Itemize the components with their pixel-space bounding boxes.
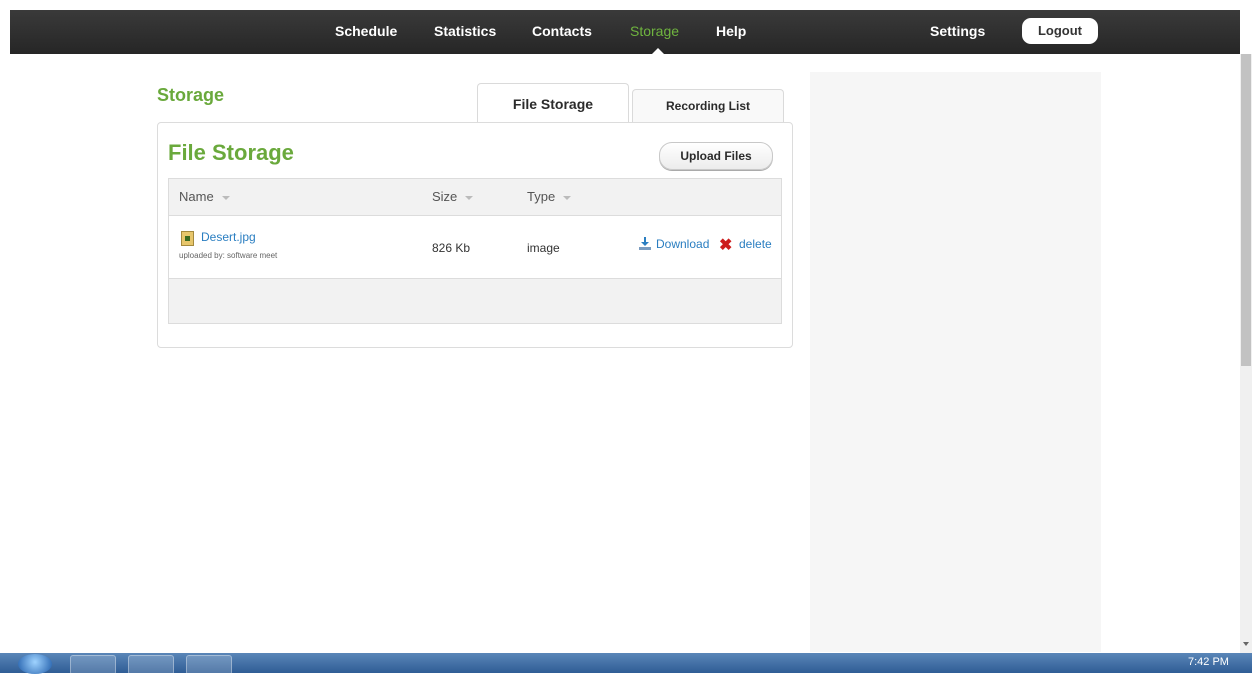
uploaded-by-text: uploaded by: software meet xyxy=(179,251,278,260)
table-row: Desert.jpg uploaded by: software meet 82… xyxy=(169,216,781,279)
scroll-down-arrow-icon[interactable] xyxy=(1243,642,1249,646)
start-button-icon[interactable] xyxy=(18,654,52,674)
nav-schedule[interactable]: Schedule xyxy=(335,10,397,54)
tab-file-storage[interactable]: File Storage xyxy=(477,83,629,124)
scrollbar-thumb[interactable] xyxy=(1241,54,1251,366)
column-header-type-label: Type xyxy=(527,189,556,204)
image-file-icon xyxy=(181,231,194,246)
sort-caret-icon xyxy=(221,195,230,200)
taskbar-browser-icon[interactable] xyxy=(186,655,232,675)
file-name-link[interactable]: Desert.jpg xyxy=(201,230,256,244)
delete-label: delete xyxy=(739,237,772,251)
column-header-size-label: Size xyxy=(432,189,458,204)
files-table: Name Size Type Desert.jpg uploaded by: s… xyxy=(168,178,782,324)
download-link[interactable]: Download xyxy=(639,237,709,251)
page-title: Storage xyxy=(157,85,225,105)
taskbar-folder-icon[interactable] xyxy=(128,655,174,675)
windows-taskbar: 7:42 PM xyxy=(0,653,1252,675)
column-header-name[interactable]: Name xyxy=(179,179,230,215)
logout-button[interactable]: Logout xyxy=(1022,18,1098,44)
column-header-size[interactable]: Size xyxy=(432,179,474,215)
nav-statistics[interactable]: Statistics xyxy=(434,10,496,54)
right-side-pane xyxy=(810,72,1101,652)
delete-x-icon: ✖ xyxy=(719,237,733,254)
nav-settings[interactable]: Settings xyxy=(930,10,985,54)
download-icon xyxy=(639,237,651,250)
taskbar-clock: 7:42 PM xyxy=(1188,656,1229,668)
delete-link[interactable]: ✖ delete xyxy=(719,237,772,254)
nav-help[interactable]: Help xyxy=(716,10,746,54)
tab-recording-list[interactable]: Recording List xyxy=(632,89,784,123)
table-header: Name Size Type xyxy=(169,179,781,216)
sort-caret-icon xyxy=(465,195,474,200)
file-size: 826 Kb xyxy=(432,241,471,255)
upload-files-button[interactable]: Upload Files xyxy=(659,142,773,170)
column-header-type[interactable]: Type xyxy=(527,179,572,215)
nav-contacts[interactable]: Contacts xyxy=(532,10,592,54)
table-footer xyxy=(169,279,781,323)
download-label: Download xyxy=(656,237,710,251)
column-header-name-label: Name xyxy=(179,189,214,204)
page-scrollbar[interactable] xyxy=(1240,54,1252,654)
sort-caret-icon xyxy=(563,195,572,200)
active-nav-caret-icon xyxy=(652,48,664,54)
file-type: image xyxy=(527,241,560,255)
taskbar-app-icon[interactable] xyxy=(70,655,116,675)
panel-title: File Storage xyxy=(168,140,294,165)
